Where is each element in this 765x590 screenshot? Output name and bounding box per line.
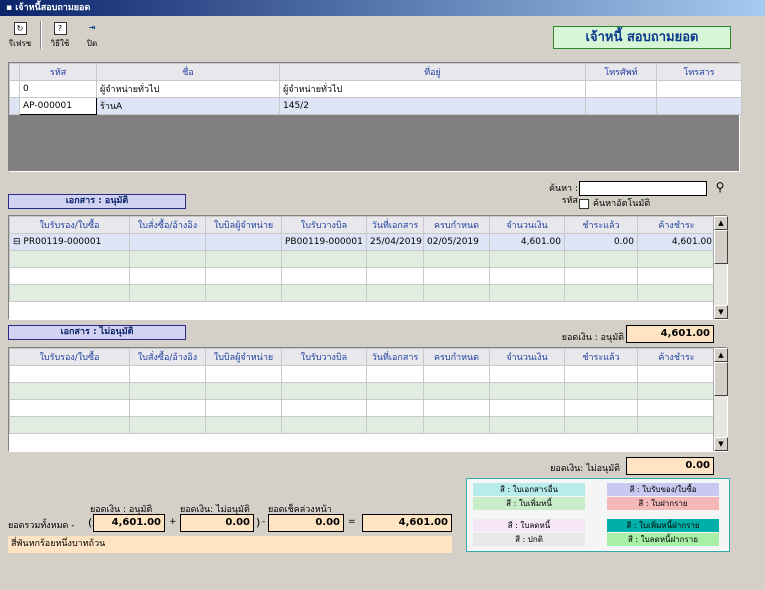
minus-sign: - <box>262 517 266 527</box>
col-phone[interactable]: โทรศัพท์ <box>585 63 657 81</box>
col-po-ref[interactable]: ใบสั่งซื้อ/อ้างอิง <box>129 348 206 366</box>
title-icon: ▪ <box>6 3 16 13</box>
page-heading: เจ้าหนี้ สอบถามยอด <box>553 26 731 49</box>
legend-consignment-credit: สี : ใบลดหนี้ฝากราย <box>607 533 719 546</box>
refresh-icon: ↻ <box>13 22 27 35</box>
cell-address[interactable]: ผู้จำหน่ายทั่วไป <box>279 80 586 98</box>
exit-icon: ⇥ <box>88 23 96 32</box>
cell-name[interactable]: ผู้จำหน่ายทั่วไป <box>96 80 280 98</box>
legend-consignment-debit: สี : ใบเพิ่มหนี้ฝากราย <box>607 519 719 532</box>
col-code[interactable]: รหัส <box>19 63 97 81</box>
equals-sign: = <box>348 517 356 527</box>
cell-code[interactable]: 0 <box>19 80 97 98</box>
col-amount[interactable]: จำนวนเงิน <box>489 348 565 366</box>
help-icon: ? <box>53 22 67 35</box>
toolbar-separator <box>40 21 42 49</box>
amount-in-words: สี่พันหกร้อยหนึ่งบาทถ้วน <box>8 536 452 553</box>
scroll-down-arrow[interactable]: ▼ <box>714 437 728 451</box>
window-title: ▪ เจ้าหนี้สอบถามยอด <box>0 0 765 16</box>
col-paid[interactable]: ชำระแล้ว <box>564 216 638 234</box>
color-legend: สี : ใบเอกสารอื่น สี : ใบรับของ/ใบซื้อ ส… <box>466 478 730 552</box>
legend-debit-note: สี : ใบเพิ่มหนี้ <box>473 497 585 510</box>
col-amount[interactable]: จำนวนเงิน <box>489 216 565 234</box>
grand-total-label: ยอดรวมทั้งหมด - <box>8 521 75 531</box>
row-indicator-header <box>9 63 20 81</box>
binoculars-icon[interactable]: ⚲ <box>711 180 729 197</box>
creditor-grid[interactable]: รหัส ชื่อ ที่อยู่ โทรศัพท์ โทรสาร 0 ผู้จ… <box>8 62 742 172</box>
table-row[interactable]: ⊟ PR00119-000001 PB00119-000001 25/04/20… <box>9 233 716 251</box>
approved-section-label: เอกสาร : อนุมัติ <box>8 194 186 209</box>
scroll-down-arrow[interactable]: ▼ <box>714 305 728 319</box>
col-receipt[interactable]: ใบรับรอง/ใบซื้อ <box>9 216 130 234</box>
scroll-up-arrow[interactable]: ▲ <box>714 348 728 362</box>
col-name[interactable]: ชื่อ <box>96 63 280 81</box>
legend-consignment: สี : ใบฝากราย <box>607 497 719 510</box>
col-due-date[interactable]: ครบกำหนด <box>423 216 490 234</box>
cell-phone[interactable] <box>585 80 657 98</box>
search-label: ค้นหา : รหัส <box>548 184 578 206</box>
search-input[interactable] <box>579 181 707 196</box>
scroll-up-arrow[interactable]: ▲ <box>714 216 728 230</box>
unapproved-scrollbar[interactable]: ▲ ▼ <box>713 348 728 451</box>
cell-fax[interactable] <box>656 97 742 115</box>
cell-name[interactable]: ร้านA <box>96 97 280 115</box>
col-doc-date[interactable]: วันที่เอกสาร <box>366 348 424 366</box>
approved-balance-label: ยอดเงิน : อนุมัติ <box>561 333 624 343</box>
col-paid[interactable]: ชำระแล้ว <box>564 348 638 366</box>
cell-code[interactable]: AP-000001 <box>19 97 97 115</box>
col-bill-receipt[interactable]: ใบรับวางบิล <box>281 348 367 366</box>
col-address[interactable]: ที่อยู่ <box>279 63 586 81</box>
auto-search-checkbox[interactable] <box>579 199 589 209</box>
col-due-date[interactable]: ครบกำหนด <box>423 348 490 366</box>
cell-fax[interactable] <box>656 80 742 98</box>
total-advance-field: 0.00 <box>268 514 344 532</box>
total-unapproved-field: 0.00 <box>180 514 254 532</box>
auto-search-label: ค้นหาอัตโนมัติ <box>593 199 651 209</box>
col-po-ref[interactable]: ใบสั่งซื้อ/อ้างอิง <box>129 216 206 234</box>
unapproved-balance-field: 0.00 <box>626 457 714 475</box>
table-row[interactable]: AP-000001 ร้านA 145/2 <box>9 97 742 115</box>
approved-balance-field: 4,601.00 <box>626 325 714 343</box>
cell-address[interactable]: 145/2 <box>279 97 586 115</box>
col-bill-receipt[interactable]: ใบรับวางบิล <box>281 216 367 234</box>
col-fax[interactable]: โทรสาร <box>656 63 742 81</box>
approved-scrollbar[interactable]: ▲ ▼ <box>713 216 728 319</box>
legend-other-docs: สี : ใบเอกสารอื่น <box>473 483 585 496</box>
total-approved-field: 4,601.00 <box>93 514 165 532</box>
col-doc-date[interactable]: วันที่เอกสาร <box>366 216 424 234</box>
open-paren: ( <box>88 516 93 529</box>
scroll-thumb[interactable] <box>714 362 728 396</box>
cell-phone[interactable] <box>585 97 657 115</box>
approved-documents-grid[interactable]: ใบรับรอง/ใบซื้อ ใบสั่งซื้อ/อ้างอิง ใบบิล… <box>8 215 728 320</box>
unapproved-documents-grid[interactable]: ใบรับรอง/ใบซื้อ ใบสั่งซื้อ/อ้างอิง ใบบิล… <box>8 347 728 452</box>
col-receipt[interactable]: ใบรับรอง/ใบซื้อ <box>9 348 130 366</box>
plus-sign: + <box>169 517 177 527</box>
unapproved-section-label: เอกสาร : ไม่อนุมัติ <box>8 325 186 340</box>
close-button[interactable]: ⇥ ปิด <box>76 20 108 52</box>
help-button[interactable]: ? วิธีใช้ <box>44 20 76 52</box>
grand-total-field: 4,601.00 <box>362 514 452 532</box>
legend-receipts: สี : ใบรับของ/ใบซื้อ <box>607 483 719 496</box>
col-vendor-bill[interactable]: ใบบิลผู้จำหน่าย <box>205 216 282 234</box>
refresh-button[interactable]: ↻ รีเฟรช <box>4 20 36 52</box>
legend-credit-note: สี : ใบลดหนี้ <box>473 519 585 532</box>
scroll-thumb[interactable] <box>714 230 728 264</box>
expand-icon[interactable]: ⊟ <box>13 237 21 247</box>
table-row[interactable]: 0 ผู้จำหน่ายทั่วไป ผู้จำหน่ายทั่วไป <box>9 80 742 98</box>
legend-normal: สี : ปกติ <box>473 533 585 546</box>
col-outstanding[interactable]: ค้างชำระ <box>637 348 716 366</box>
col-vendor-bill[interactable]: ใบบิลผู้จำหน่าย <box>205 348 282 366</box>
col-outstanding[interactable]: ค้างชำระ <box>637 216 716 234</box>
unapproved-balance-label: ยอดเงิน: ไม่อนุมัติ <box>550 464 620 474</box>
close-paren: ) <box>256 516 261 529</box>
